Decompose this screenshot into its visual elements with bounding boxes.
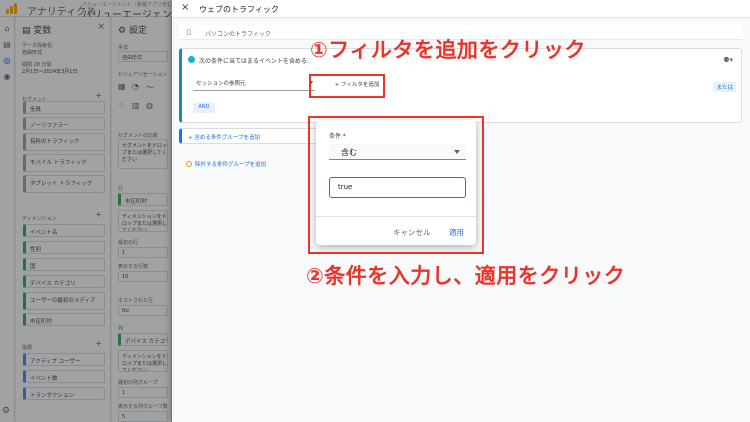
dimension-select-value: セッションの参照元: [196, 81, 246, 87]
sheet-title: ウェブのトラフィック: [199, 5, 279, 14]
close-sheet-icon[interactable]: ×: [181, 2, 189, 13]
add-exclude-group-button[interactable]: 除外する条件グループを追加: [186, 160, 266, 168]
add-include-group-button[interactable]: + 含める条件グループを追加: [179, 128, 329, 144]
sheet-header: × ウェブのトラフィック: [172, 0, 750, 18]
and-button[interactable]: AND: [193, 102, 215, 113]
condition-scope-select[interactable]: 次の条件に当てはまるイベントを含める:: [199, 56, 309, 65]
highlight-add-filter: [309, 74, 385, 98]
highlight-popup: [308, 116, 484, 254]
step1-annotation: ①フィルタを追加をクリック: [310, 38, 586, 62]
document-icon: ▯: [187, 28, 191, 36]
segment-name-input[interactable]: パソコンのトラフィック: [205, 29, 271, 38]
person-icon[interactable]: ⚉▾: [723, 56, 733, 64]
exclude-ring-icon: [186, 161, 192, 167]
step2-annotation: ②条件を入力し、適用をクリック: [306, 264, 626, 288]
or-button[interactable]: または: [713, 82, 736, 92]
include-dot-icon: [188, 56, 195, 63]
dimension-select[interactable]: セッションの参照元 ▾: [193, 79, 315, 91]
